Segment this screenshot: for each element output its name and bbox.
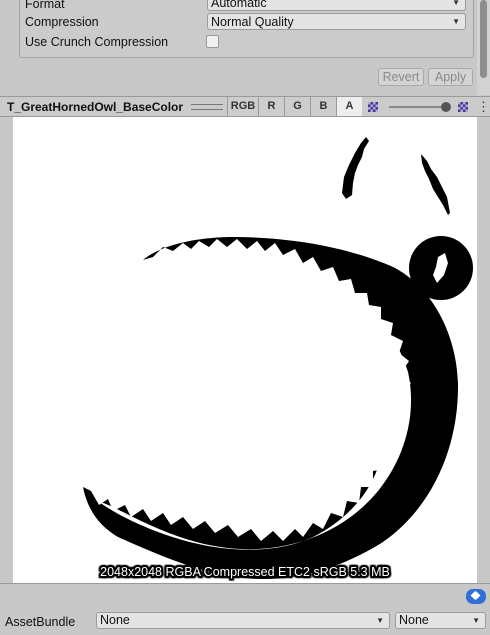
- apply-button[interactable]: Apply: [428, 68, 473, 86]
- channel-b-button[interactable]: B: [310, 97, 336, 116]
- channel-r-button[interactable]: R: [258, 97, 284, 116]
- compression-dropdown[interactable]: Normal Quality ▼: [207, 13, 466, 30]
- format-dropdown[interactable]: Automatic ▼: [207, 0, 466, 11]
- drag-handle[interactable]: [191, 104, 223, 110]
- asset-bundle-footer: AssetBundle None ▼ None ▼: [0, 583, 490, 635]
- preview-toolbar: T_GreatHornedOwl_BaseColor RGB R G B A ⋮: [0, 96, 490, 117]
- asset-bundle-variant-value: None: [399, 613, 429, 627]
- asset-bundle-label: AssetBundle: [5, 615, 76, 629]
- chevron-down-icon: ▼: [472, 616, 480, 625]
- ear-tuft-right: [421, 154, 450, 215]
- mip-slider-knob[interactable]: [441, 102, 451, 112]
- texture-alpha-preview[interactable]: 2048x2048 RGBA Compressed ETC2 sRGB 5.3 …: [13, 117, 477, 583]
- asset-bundle-name-value: None: [100, 613, 130, 627]
- channel-a-button[interactable]: A: [336, 97, 362, 116]
- scrollbar-thumb[interactable]: [480, 0, 487, 78]
- import-settings-panel: Format Automatic ▼ Compression Normal Qu…: [0, 0, 490, 95]
- checkerboard-icon: [368, 102, 378, 112]
- more-options-icon[interactable]: ⋮: [477, 99, 490, 115]
- texture-info-text: 2048x2048 RGBA Compressed ETC2 sRGB 5.3 …: [100, 565, 390, 579]
- chevron-down-icon: ▼: [452, 0, 460, 7]
- tag-icon[interactable]: [466, 589, 486, 604]
- inspector-scrollbar[interactable]: [477, 0, 490, 95]
- chevron-down-icon: ▼: [376, 616, 384, 625]
- format-value: Automatic: [211, 0, 267, 10]
- texture-preview-area: 2048x2048 RGBA Compressed ETC2 sRGB 5.3 …: [0, 117, 490, 583]
- crunch-compression-checkbox[interactable]: [206, 35, 219, 48]
- compression-value: Normal Quality: [211, 15, 294, 29]
- asset-bundle-name-dropdown[interactable]: None ▼: [96, 612, 390, 629]
- chevron-down-icon: ▼: [452, 17, 460, 26]
- ear-tuft-left: [342, 137, 369, 199]
- channel-g-button[interactable]: G: [284, 97, 310, 116]
- alpha-channel-image: 2048x2048 RGBA Compressed ETC2 sRGB 5.3 …: [83, 137, 473, 580]
- asset-bundle-variant-dropdown[interactable]: None ▼: [395, 612, 486, 629]
- checkerboard-icon: [458, 102, 468, 112]
- revert-button[interactable]: Revert: [378, 68, 424, 86]
- crunch-compression-label: Use Crunch Compression: [25, 35, 169, 49]
- format-label: Format: [25, 0, 65, 11]
- channel-rgb-button[interactable]: RGB: [227, 97, 258, 116]
- preview-title: T_GreatHornedOwl_BaseColor: [7, 100, 184, 114]
- compression-label: Compression: [25, 15, 99, 29]
- mip-slider[interactable]: [389, 106, 447, 108]
